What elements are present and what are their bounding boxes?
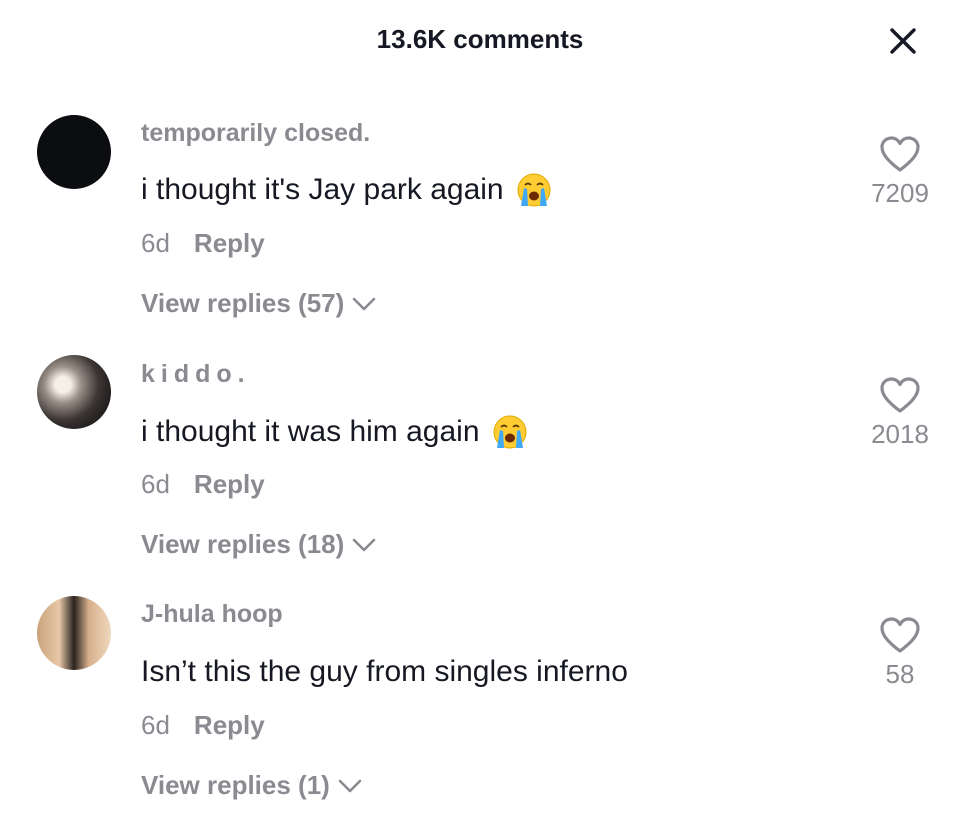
chevron-down-icon [352,296,376,312]
loudly-crying-face-emoji [493,415,527,449]
like-count: 58 [885,659,915,689]
user-avatar[interactable] [37,596,111,670]
like-button[interactable] [855,615,945,655]
view-replies-label: View replies (18) [141,529,345,559]
heart-outline-icon [880,617,920,653]
comment-age: 6d [141,469,170,499]
comment-item: J-hula hoop Isn’t this the guy from sing… [0,0,960,800]
comment-username[interactable]: kiddo. [141,360,251,389]
comment-text-row: i thought it was him again [141,414,528,450]
comment-text: Isn’t this the guy from singles inferno [141,655,628,688]
reply-button[interactable]: Reply [194,710,265,741]
chevron-down-icon [338,778,362,794]
like-count: 2018 [871,419,929,449]
view-replies-label: View replies (57) [141,288,345,318]
comment-text: i thought it was him again [141,415,480,448]
chevron-down-icon [352,537,376,553]
comment-age: 6d [141,710,170,740]
comments-sheet: 13.6K comments temporarily closed. i tho… [0,0,960,821]
comment-text-row: Isn’t this the guy from singles inferno [141,655,628,689]
like-group: 58 [855,615,945,690]
view-replies-button[interactable]: View replies (1) [141,770,362,801]
view-replies-button[interactable]: View replies (57) [141,288,376,319]
like-group: 2018 [855,375,945,450]
heart-outline-icon [880,377,920,413]
comment-username[interactable]: J-hula hoop [141,600,283,629]
like-button[interactable] [855,375,945,415]
reply-button[interactable]: Reply [194,469,265,500]
view-replies-label: View replies (1) [141,770,330,800]
user-avatar[interactable] [37,355,111,429]
view-replies-button[interactable]: View replies (18) [141,529,376,560]
comment-meta: 6d Reply [141,469,265,500]
comment-meta: 6d Reply [141,710,265,741]
